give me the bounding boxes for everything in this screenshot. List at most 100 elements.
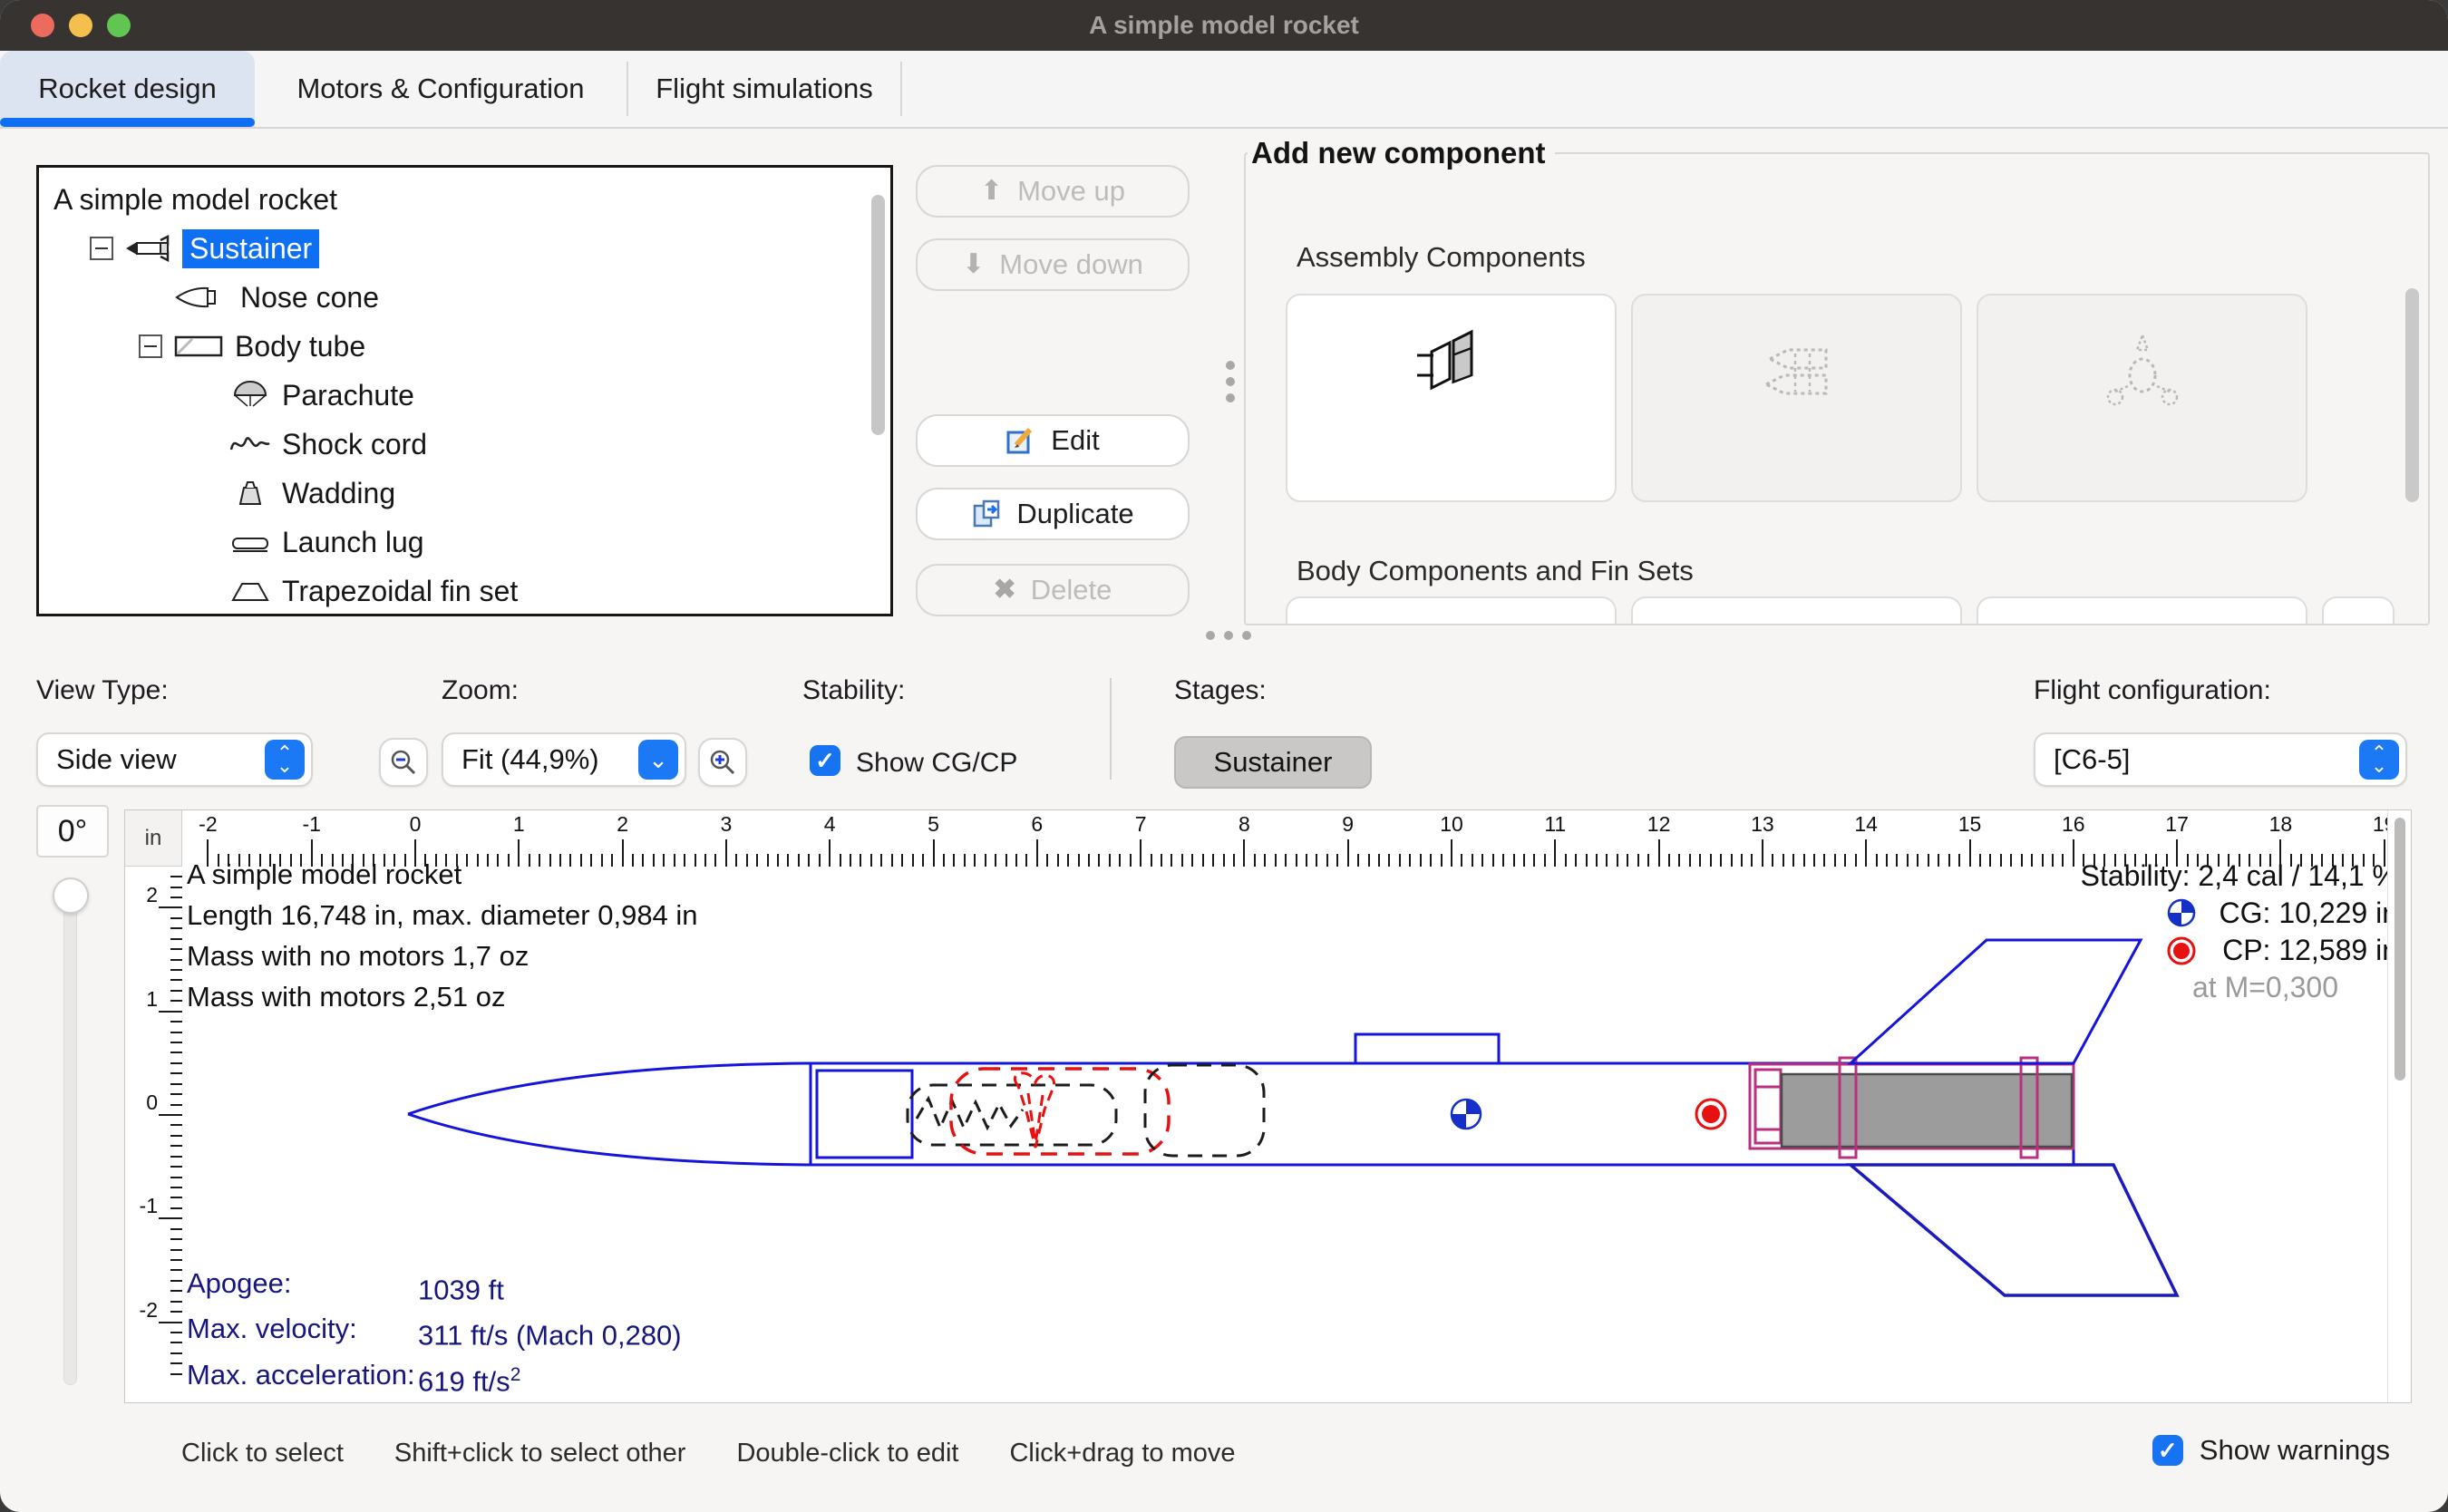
flight-stats-block: Apogee:1039 ft Max. velocity:311 ft/s (M… — [187, 1264, 682, 1401]
tab-separator — [900, 62, 902, 116]
move-down-button[interactable]: ⬇ Move down — [916, 238, 1190, 291]
show-cgcp-label: Show CG/CP — [856, 748, 1017, 779]
title-bar: A simple model rocket — [0, 0, 2448, 51]
mach-condition: at M=0,300 — [2192, 971, 2338, 1004]
select-spinner-icon: ⌃⌄ — [2359, 740, 2399, 780]
arrow-up-icon: ⬆ — [980, 178, 1003, 205]
hint-bar: Click to select Shift+click to select ot… — [181, 1430, 1236, 1476]
add-component-panel: Add new component Assembly Components St… — [1244, 136, 2430, 625]
tree-item-sustainer[interactable]: Sustainer — [39, 224, 890, 273]
move-up-button[interactable]: ⬆ Move up — [916, 165, 1190, 218]
show-warnings-checkbox[interactable]: ✓ — [2152, 1435, 2183, 1466]
cg-value: CG: 10,229 in — [2220, 897, 2398, 930]
motor — [1782, 1074, 2072, 1147]
add-boosters-button[interactable]: Boosters — [1631, 294, 1962, 502]
zoom-in-icon — [708, 748, 737, 777]
launch-lug-outline — [1355, 1034, 1499, 1063]
cg-marker — [1452, 1100, 1481, 1129]
show-warnings-label: Show warnings — [2200, 1434, 2390, 1467]
component-tree: A simple model rocket Sustainer Nose con… — [36, 165, 893, 616]
tree-item-rocket-root[interactable]: A simple model rocket — [39, 175, 890, 224]
body-component-card[interactable] — [1977, 596, 2307, 625]
canvas-scrollbar[interactable] — [2387, 810, 2411, 1402]
arrow-down-icon: ⬇ — [962, 251, 985, 278]
stability-block: Stability: 2,4 cal / 14,1 % CG: 10,229 i… — [2081, 858, 2398, 1006]
zoom-in-button[interactable] — [698, 738, 747, 787]
edit-button[interactable]: Edit — [916, 414, 1190, 467]
cp-marker — [1696, 1100, 1725, 1129]
cp-value: CP: 12,589 in — [2222, 934, 2398, 967]
collapse-icon[interactable] — [90, 237, 113, 260]
add-stage-button[interactable]: Stage — [1286, 294, 1617, 502]
parachute-outline — [951, 1069, 1169, 1154]
nose-cone-icon — [173, 282, 228, 313]
pods-icon — [2088, 328, 2197, 419]
selected-tree-label: Sustainer — [182, 229, 319, 268]
edit-icon — [1005, 425, 1036, 456]
body-tube-icon — [173, 331, 226, 362]
duplicate-button[interactable]: Duplicate — [916, 488, 1190, 540]
body-component-card[interactable] — [1286, 596, 1617, 625]
fin-lower — [1851, 1165, 2177, 1295]
tab-motors-configuration[interactable]: Motors & Configuration — [255, 51, 627, 127]
tab-flight-simulations[interactable]: Flight simulations — [628, 51, 900, 127]
body-component-card[interactable] — [2322, 596, 2395, 625]
tree-scrollbar[interactable] — [871, 195, 885, 435]
vertical-splitter-handle[interactable] — [1226, 361, 1235, 402]
collapse-icon[interactable] — [139, 334, 162, 358]
add-pods-button[interactable]: Pods — [1977, 294, 2307, 502]
horizontal-splitter-handle[interactable] — [1206, 631, 1251, 640]
shock-cord-icon — [228, 428, 273, 460]
stage-toggle-sustainer[interactable]: Sustainer — [1174, 736, 1372, 789]
view-type-label: View Type: — [36, 675, 169, 706]
view-type-select[interactable]: Side view ⌃⌄ — [36, 732, 313, 787]
launch-lug-icon — [228, 526, 273, 558]
shock-cord-zigzag — [917, 1099, 1023, 1128]
stage-icon — [124, 233, 177, 264]
rocket-canvas[interactable]: -2-1012345678910111213141516171819 210-1… — [124, 809, 2412, 1403]
fin-set-icon — [228, 575, 273, 607]
stage-assembly-icon — [1397, 328, 1506, 419]
duplicate-icon — [971, 499, 1002, 529]
tree-item-wadding[interactable]: Wadding — [39, 469, 890, 518]
rotation-slider-track[interactable] — [63, 896, 77, 1385]
zoom-out-icon — [389, 748, 418, 777]
zoom-label: Zoom: — [442, 675, 519, 706]
parachute-icon — [228, 379, 273, 412]
nose-cone-outline — [408, 1063, 811, 1165]
add-component-title: Add new component — [1248, 136, 1555, 170]
tab-rocket-design[interactable]: Rocket design — [0, 51, 255, 127]
tree-item-launch-lug[interactable]: Launch lug — [39, 518, 890, 567]
show-cgcp-checkbox[interactable]: ✓ — [810, 745, 840, 776]
flight-config-select[interactable]: [C6-5] ⌃⌄ — [2034, 732, 2407, 787]
rocket-info-block: A simple model rocket Length 16,748 in, … — [187, 854, 698, 1017]
add-panel-scrollbar[interactable] — [2405, 288, 2419, 502]
nose-shoulder — [817, 1071, 912, 1158]
stages-label: Stages: — [1174, 675, 1267, 706]
tree-item-body-tube[interactable]: Body tube — [39, 322, 890, 371]
stability-label: Stability: — [802, 675, 905, 706]
boosters-icon — [1743, 328, 1851, 419]
body-components-heading: Body Components and Fin Sets — [1297, 555, 1694, 587]
shock-cord-outline — [908, 1085, 1116, 1145]
body-component-card[interactable] — [1631, 596, 1962, 625]
delete-button[interactable]: ✖ Delete — [916, 564, 1190, 616]
stability-value: Stability: 2,4 cal / 14,1 % — [2081, 859, 2398, 893]
main-tab-bar: Rocket design Motors & Configuration Fli… — [0, 51, 2448, 129]
window-title: A simple model rocket — [0, 0, 2448, 51]
tree-item-nose-cone[interactable]: Nose cone — [39, 273, 890, 322]
active-tab-underline — [0, 118, 255, 127]
tree-item-parachute[interactable]: Parachute — [39, 371, 890, 420]
tree-item-trapezoidal-fin-set[interactable]: Trapezoidal fin set — [39, 567, 890, 615]
canvas-scrollbar-thumb[interactable] — [2395, 818, 2405, 1081]
zoom-out-button[interactable] — [379, 738, 428, 787]
select-spinner-icon: ⌃⌄ — [265, 740, 305, 780]
tree-item-shock-cord[interactable]: Shock cord — [39, 420, 890, 469]
openrocket-window: A simple model rocket Rocket design Moto… — [0, 0, 2448, 1512]
flight-config-label: Flight configuration: — [2034, 675, 2271, 706]
delete-x-icon: ✖ — [994, 577, 1016, 604]
chevron-down-icon: ⌄ — [638, 740, 678, 780]
zoom-select[interactable]: Fit (44,9%) ⌄ — [442, 732, 686, 787]
rotation-slider-thumb[interactable] — [53, 877, 89, 914]
rotation-angle-display: 0° — [36, 805, 109, 858]
